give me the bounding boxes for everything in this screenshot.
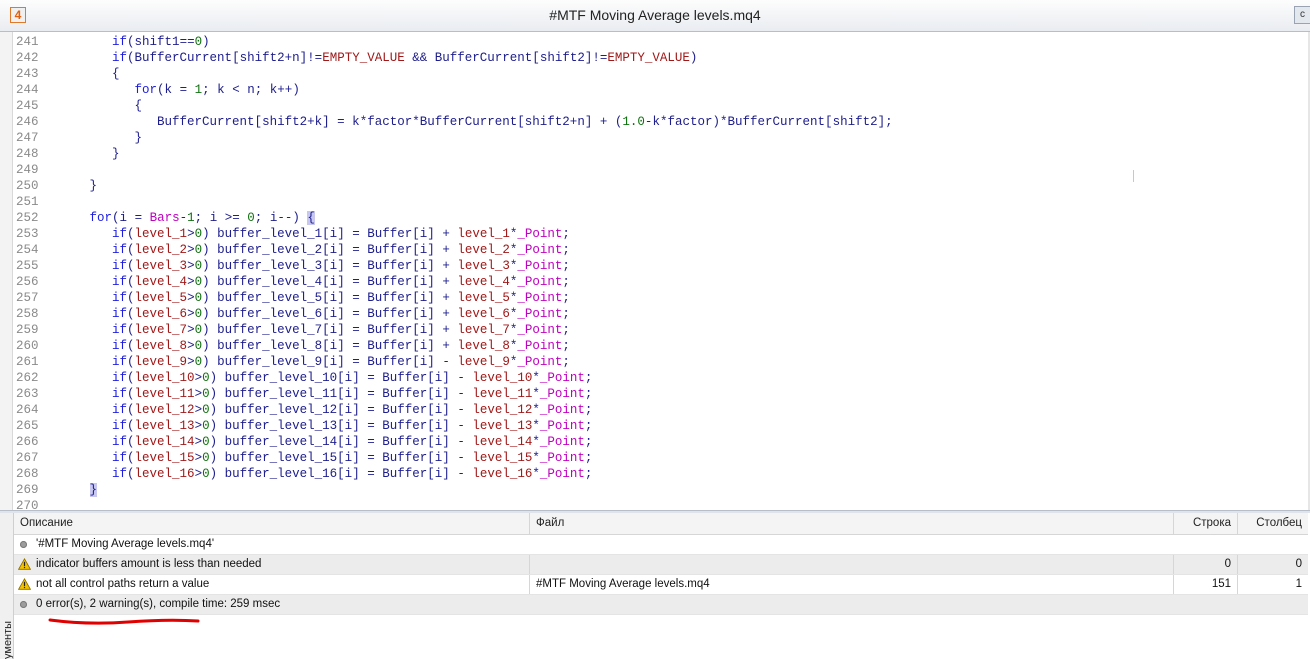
line-number: 255 — [16, 259, 39, 273]
line-number: 261 — [16, 355, 39, 369]
code-line[interactable]: } — [67, 482, 98, 498]
line-number: 241 — [16, 35, 39, 49]
code-line[interactable]: BufferCurrent[shift2+k] = k*factor*Buffe… — [67, 114, 893, 130]
window-corner-button[interactable]: c — [1294, 6, 1310, 24]
line-number: 257 — [16, 291, 39, 305]
line-number: 269 — [16, 483, 39, 497]
code-line[interactable]: if(level_3>0) buffer_level_3[i] = Buffer… — [67, 258, 570, 274]
code-line[interactable]: if(level_16>0) buffer_level_16[i] = Buff… — [67, 466, 592, 482]
message-column: 0 — [1295, 558, 1302, 570]
code-line[interactable]: if(level_12>0) buffer_level_12[i] = Buff… — [67, 402, 592, 418]
line-number: 264 — [16, 403, 39, 417]
line-number: 259 — [16, 323, 39, 337]
column-header-column[interactable]: Столбец — [1238, 513, 1308, 535]
line-number: 244 — [16, 83, 39, 97]
code-line[interactable]: if(level_13>0) buffer_level_13[i] = Buff… — [67, 418, 592, 434]
line-number: 266 — [16, 435, 39, 449]
code-line[interactable]: { — [67, 98, 143, 114]
column-header-line[interactable]: Строка — [1174, 513, 1238, 535]
text-cursor — [1133, 170, 1134, 182]
column-header-description[interactable]: Описание — [14, 513, 530, 535]
message-column: 1 — [1295, 578, 1302, 590]
line-number: 253 — [16, 227, 39, 241]
code-line[interactable]: if(BufferCurrent[shift2+n]!=EMPTY_VALUE … — [67, 50, 697, 66]
code-line[interactable]: if(level_14>0) buffer_level_14[i] = Buff… — [67, 434, 592, 450]
line-number: 246 — [16, 115, 39, 129]
toolbox-side-tab[interactable]: ументы — [0, 513, 14, 659]
code-line[interactable]: { — [67, 66, 120, 82]
code-line[interactable]: if(level_1>0) buffer_level_1[i] = Buffer… — [67, 226, 570, 242]
info-icon — [20, 601, 27, 608]
line-number: 252 — [16, 211, 39, 225]
line-number: 256 — [16, 275, 39, 289]
code-line[interactable]: } — [67, 130, 143, 146]
code-line[interactable]: if(level_15>0) buffer_level_15[i] = Buff… — [67, 450, 592, 466]
editor-left-margin — [0, 32, 13, 510]
message-line: 151 — [1174, 575, 1238, 594]
column-header-file[interactable]: Файл — [530, 513, 1174, 535]
line-number: 260 — [16, 339, 39, 353]
line-number: 254 — [16, 243, 39, 257]
code-line[interactable]: if(level_4>0) buffer_level_4[i] = Buffer… — [67, 274, 570, 290]
message-description: '#MTF Moving Average levels.mq4' — [36, 538, 215, 550]
code-line[interactable]: } — [67, 146, 120, 162]
code-line[interactable]: } — [67, 178, 98, 194]
code-line[interactable]: if(level_7>0) buffer_level_7[i] = Buffer… — [67, 322, 570, 338]
line-number: 250 — [16, 179, 39, 193]
line-number: 258 — [16, 307, 39, 321]
message-row[interactable]: 0 error(s), 2 warning(s), compile time: … — [14, 595, 1308, 615]
code-line[interactable]: if(level_10>0) buffer_level_10[i] = Buff… — [67, 370, 592, 386]
red-underline-annotation — [48, 618, 200, 625]
toolbox-panel: ументы Описание Файл Строка Столбец '#MT… — [0, 513, 1310, 659]
line-number: 267 — [16, 451, 39, 465]
line-number: 270 — [16, 499, 39, 510]
line-number: 263 — [16, 387, 39, 401]
code-line[interactable]: if(level_8>0) buffer_level_8[i] = Buffer… — [67, 338, 570, 354]
code-line[interactable]: if(level_2>0) buffer_level_2[i] = Buffer… — [67, 242, 570, 258]
code-line[interactable]: if(level_5>0) buffer_level_5[i] = Buffer… — [67, 290, 570, 306]
message-file — [530, 555, 1174, 574]
description-cell-divider — [14, 575, 530, 594]
line-number: 251 — [16, 195, 39, 209]
toolbox-side-tab-label: ументы — [2, 620, 14, 659]
line-number: 247 — [16, 131, 39, 145]
code-editor[interactable]: 241 242 243 244 245 246 247 248 249 250 251 252 253 2… — [13, 32, 1308, 510]
code-line[interactable]: if(level_9>0) buffer_level_9[i] = Buffer… — [67, 354, 570, 370]
info-icon — [20, 541, 27, 548]
code-line[interactable]: for(k = 1; k < n; k++) — [67, 82, 300, 98]
title-bar: 4 #MTF Moving Average levels.mq4 c — [0, 0, 1310, 32]
errors-grid-header: Описание Файл Строка Столбец — [14, 513, 1308, 535]
message-row[interactable]: indicator buffers amount is less than ne… — [14, 555, 1308, 575]
code-line[interactable]: for(i = Bars-1; i >= 0; i--) { — [67, 210, 315, 226]
message-line: 0 — [1174, 555, 1238, 574]
line-number: 243 — [16, 67, 39, 81]
line-number: 249 — [16, 163, 39, 177]
description-cell-divider — [14, 555, 530, 574]
line-number-gutter: 241 242 243 244 245 246 247 248 249 250 251 252 253 2… — [13, 32, 61, 510]
code-line[interactable]: if(level_11>0) buffer_level_11[i] = Buff… — [67, 386, 592, 402]
code-line[interactable]: if(shift1==0) — [67, 34, 210, 50]
message-row[interactable]: not all control paths return a value #MTF… — [14, 575, 1308, 595]
line-number: 242 — [16, 51, 39, 65]
window-title: #MTF Moving Average levels.mq4 — [549, 7, 761, 23]
line-number: 262 — [16, 371, 39, 385]
line-number: 248 — [16, 147, 39, 161]
message-row[interactable]: '#MTF Moving Average levels.mq4' — [14, 535, 1308, 555]
line-number: 245 — [16, 99, 39, 113]
line-number: 265 — [16, 419, 39, 433]
line-number: 268 — [16, 467, 39, 481]
code-line[interactable]: if(level_6>0) buffer_level_6[i] = Buffer… — [67, 306, 570, 322]
message-description: 0 error(s), 2 warning(s), compile time: … — [36, 598, 281, 610]
message-file: #MTF Moving Average levels.mq4 — [530, 575, 1174, 594]
